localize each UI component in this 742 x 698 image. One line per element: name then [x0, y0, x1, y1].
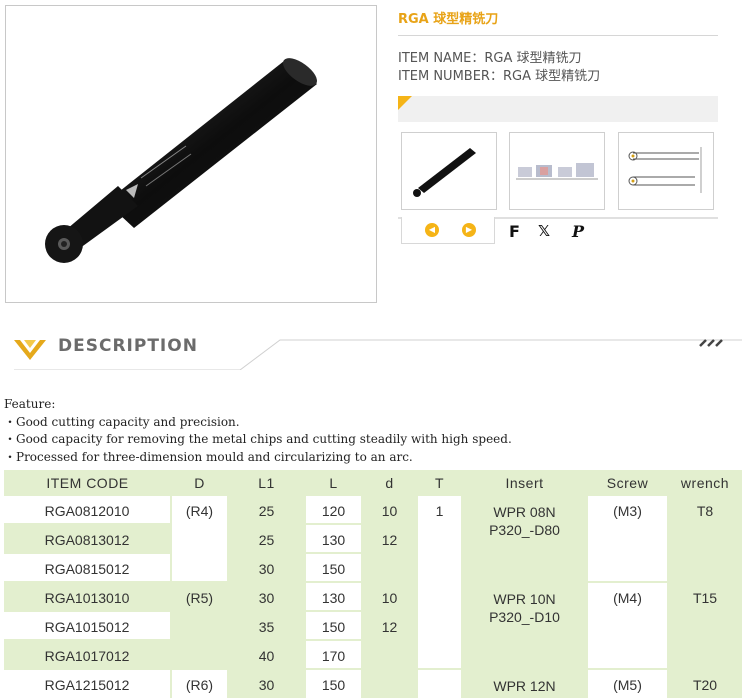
l-cell: 130	[305, 524, 363, 553]
col-header-l1: L1	[228, 471, 305, 495]
item-code-cell: RGA1013010	[4, 582, 172, 611]
col-header-item-code: ITEM CODE	[4, 471, 171, 495]
screw-cell: (M4)	[587, 582, 669, 669]
t-cell: 1	[417, 495, 463, 669]
spec-table: ITEM CODE D L1 L d T Insert Screw wrench…	[4, 470, 742, 698]
l-cell: 150	[305, 669, 363, 698]
product-title: RGA 球型精铣刀	[398, 12, 499, 27]
l1-cell: 30	[228, 582, 306, 611]
wrench-cell: T8	[668, 495, 742, 582]
l1-cell: 25	[228, 524, 306, 553]
d-shank-cell	[362, 553, 418, 582]
thumbnail-nav: ◀ ▶	[401, 217, 495, 244]
l-cell: 170	[305, 640, 363, 669]
d-shank-cell: 10	[362, 495, 418, 524]
insert-model: WPR 08N	[493, 504, 556, 520]
insert-thumb-image	[516, 163, 598, 180]
item-code-cell: RGA0812010	[4, 495, 172, 524]
d-shank-cell: 12	[362, 524, 418, 553]
title-divider	[398, 35, 718, 36]
l1-cell: 30	[228, 669, 306, 698]
l-cell: 150	[305, 611, 363, 640]
t-cell	[417, 669, 463, 698]
thumbnail-2[interactable]	[509, 132, 605, 210]
d-cell: (R4)	[171, 495, 229, 582]
feature-list: Feature: ・Good cutting capacity and prec…	[4, 396, 512, 466]
col-header-screw: Screw	[587, 471, 668, 495]
d-shank-cell	[362, 669, 418, 698]
description-title: DESCRIPTION	[58, 336, 198, 356]
item-code-cell: RGA1215012	[4, 669, 172, 698]
col-header-d-shank: d	[362, 471, 417, 495]
item-number: ITEM NUMBER：RGA 球型精铣刀	[398, 69, 601, 84]
col-header-t: T	[417, 471, 462, 495]
table-header-row: ITEM CODE D L1 L d T Insert Screw wrench	[4, 471, 742, 495]
table-row: RGA1215012 (R6) 30 150 WPR 12N (M5) T20	[4, 669, 742, 698]
insert-cell: WPR 08N P320_-D80	[462, 495, 588, 582]
d-shank-cell	[362, 640, 418, 669]
d-cell: (R5)	[171, 582, 229, 669]
item-name: ITEM NAME：RGA 球型精铣刀	[398, 51, 582, 66]
l-cell: 150	[305, 553, 363, 582]
col-header-l: L	[305, 471, 362, 495]
facebook-icon[interactable]: F	[509, 222, 520, 241]
drawing-thumb-image	[628, 147, 702, 193]
screw-cell: (M3)	[587, 495, 669, 582]
pinterest-icon[interactable]: P	[572, 222, 584, 241]
end-mill-image	[45, 58, 318, 263]
thumbnail-3[interactable]	[618, 132, 714, 210]
twitter-icon[interactable]: 𝕏	[538, 222, 550, 240]
next-arrow-icon[interactable]: ▶	[462, 223, 476, 237]
corner-accent	[398, 96, 412, 110]
wrench-cell: T20	[668, 669, 742, 698]
feature-heading: Feature:	[4, 397, 56, 411]
col-header-insert: Insert	[462, 471, 587, 495]
table-row: RGA0812010 (R4) 25 120 10 1 WPR 08N P320…	[4, 495, 742, 669]
l1-cell: 40	[228, 640, 306, 669]
d-shank-cell: 12	[362, 611, 418, 640]
prev-arrow-icon[interactable]: ◀	[425, 223, 439, 237]
price-bar	[398, 96, 718, 122]
l1-cell: 30	[228, 553, 306, 582]
wrench-cell: T15	[668, 582, 742, 669]
l1-cell: 25	[228, 495, 306, 524]
col-header-wrench: wrench	[668, 471, 742, 495]
feature-item: ・Good cutting capacity and precision.	[4, 414, 240, 429]
item-code-cell: RGA0813012	[4, 524, 172, 553]
main-product-image[interactable]	[5, 5, 377, 303]
feature-item: ・Good capacity for removing the metal ch…	[4, 432, 512, 446]
l1-cell: 35	[228, 611, 306, 640]
end-mill-thumb-image	[413, 148, 476, 197]
feature-item: ・Processed for three-dimension mould and…	[4, 449, 413, 464]
screw-cell: (M5)	[587, 669, 669, 698]
item-code-cell: RGA1017012	[4, 640, 172, 669]
thumbnail-1[interactable]	[401, 132, 497, 210]
insert-cell: WPR 12N	[462, 669, 588, 698]
l-cell: 130	[305, 582, 363, 611]
insert-spec: P320_-D10	[489, 609, 560, 625]
d-shank-cell: 10	[362, 582, 418, 611]
col-header-d-diameter: D	[171, 471, 228, 495]
insert-model: WPR 10N	[493, 591, 556, 607]
item-code-cell: RGA0815012	[4, 553, 172, 582]
d-cell: (R6)	[171, 669, 229, 698]
l-cell: 120	[305, 495, 363, 524]
insert-cell: WPR 10N P320_-D10	[462, 582, 588, 669]
table-row: RGA1013010 (R5) 30 130 10 WPR 10N P320_-…	[4, 582, 742, 669]
insert-spec: P320_-D80	[489, 522, 560, 538]
item-code-cell: RGA1015012	[4, 611, 172, 640]
